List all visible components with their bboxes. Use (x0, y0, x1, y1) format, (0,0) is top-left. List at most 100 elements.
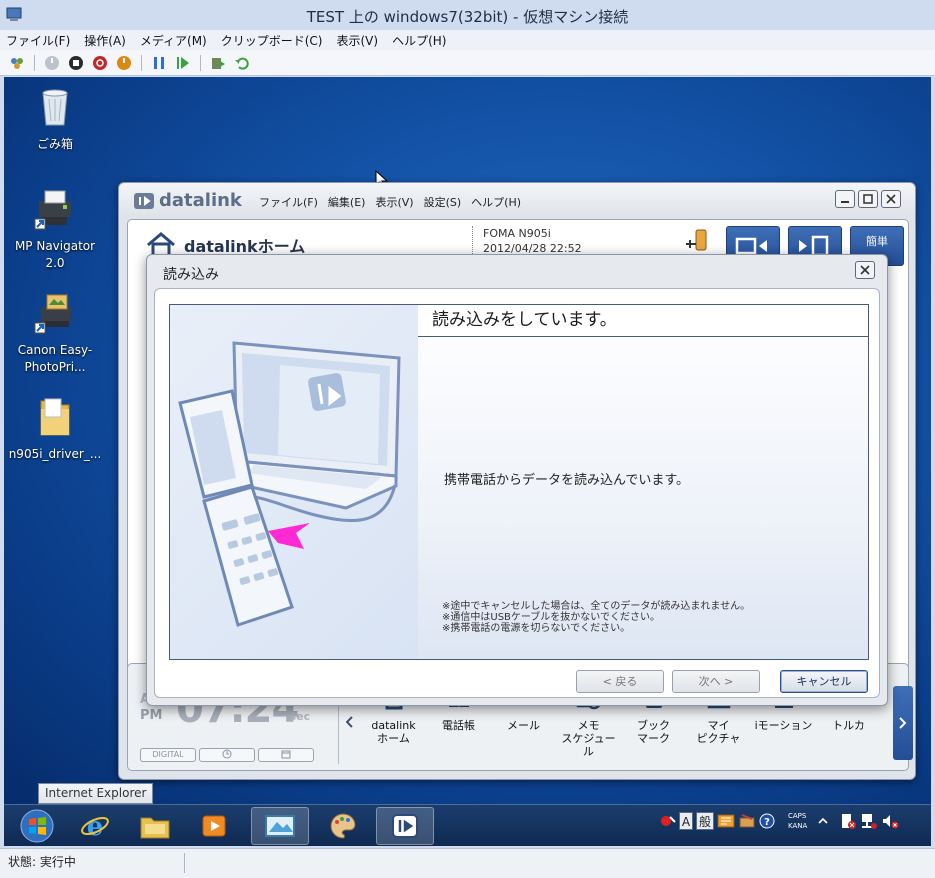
svg-text:?: ? (764, 817, 770, 828)
back-button[interactable]: < 戻る (576, 670, 664, 693)
dialog-content: 読み込みをしています。 携帯電話からデータを読み込んでいます。 ※途中でキャンセ… (154, 288, 880, 698)
minimize-button[interactable] (835, 190, 855, 208)
next-button[interactable]: 次へ > (672, 670, 760, 693)
ime-mode-indicator[interactable]: A (679, 812, 693, 830)
start-button[interactable] (8, 807, 66, 845)
resume-icon[interactable] (174, 54, 192, 72)
volume-muted-icon[interactable] (881, 812, 899, 830)
taskbar-internet-explorer[interactable]: e (66, 807, 124, 845)
svg-text:e: e (87, 812, 104, 841)
note-line: ※通信中はUSBケーブルを抜かないでください。 (442, 612, 661, 623)
palette-icon (330, 813, 356, 839)
chevron-right-icon (899, 717, 907, 729)
desktop-icon-n905i-driver[interactable]: n905i_driver_... (5, 395, 105, 463)
datalink-menu-file[interactable]: ファイル(F) (259, 194, 318, 210)
phone-to-laptop-illustration-icon (178, 341, 401, 627)
desktop-icon-recycle-bin[interactable]: ごみ箱 (5, 85, 105, 153)
desktop-icon-label: Canon Easy-PhotoPri... (17, 343, 93, 374)
datalink-menu-settings[interactable]: 設定(S) (424, 194, 462, 210)
folder-icon (40, 398, 70, 436)
internet-explorer-icon: e (81, 812, 109, 841)
taskbar-easy-photoprint[interactable] (314, 807, 372, 845)
nav-scroll-right[interactable] (893, 686, 913, 760)
desktop-icon-mp-navigator[interactable]: MP Navigator 2.0 (5, 187, 105, 272)
taskbar-explorer[interactable] (126, 807, 184, 845)
maximize-button[interactable] (858, 190, 878, 208)
clock-analog-button[interactable] (199, 748, 255, 762)
taskbar-media-player[interactable] (186, 807, 244, 845)
read-in-dialog: 読み込み 読み込みをしています。 携帯電話からデータを読み込んでいます。 ※途中… (146, 254, 888, 706)
ime-pad-icon[interactable] (660, 813, 676, 829)
host-menu-media[interactable]: メディア(M) (140, 32, 207, 49)
taskbar-datalink[interactable] (376, 807, 434, 845)
show-hidden-icons-icon[interactable] (818, 816, 828, 826)
ime-dictionary-icon[interactable] (717, 812, 735, 830)
vm-status-text: 状態: 実行中 (8, 855, 76, 869)
desktop-icon-canon-easy-photoprint[interactable]: Canon Easy-PhotoPri... (5, 291, 105, 376)
ime-tools-icon[interactable] (738, 812, 756, 830)
clock-icon (222, 749, 232, 759)
status-separator (184, 853, 185, 873)
revert-icon[interactable] (233, 54, 251, 72)
datalink-menu-edit[interactable]: 編集(E) (328, 194, 366, 210)
minimize-icon (841, 201, 849, 203)
host-window-title: TEST 上の windows7(32bit) - 仮想マシン接続 (306, 8, 629, 26)
host-toolbar (0, 50, 935, 76)
desktop-icon-label: n905i_driver_... (8, 447, 102, 461)
toolbar-separator (200, 54, 201, 71)
windows-start-icon (20, 809, 54, 843)
taskbar: e A 般 ? CAPS KANA (4, 804, 931, 846)
datalink-menu-help[interactable]: ヘルプ(H) (471, 194, 521, 210)
host-menu-view[interactable]: 表示(V) (337, 32, 379, 49)
taskbar-mp-navigator[interactable] (251, 807, 309, 845)
help-icon[interactable]: ? (759, 813, 775, 829)
scanner-app-icon (265, 815, 295, 837)
host-status-bar: 状態: 実行中 (0, 848, 935, 878)
host-title-bar: TEST 上の windows7(32bit) - 仮想マシン接続 (0, 0, 935, 30)
network-icon[interactable] (860, 812, 878, 830)
turn-off-icon[interactable] (91, 54, 109, 72)
clock-digital-button[interactable]: DIGITAL (140, 748, 196, 762)
clock-pm: PM (140, 708, 163, 723)
ime-conversion-indicator[interactable]: 般 (696, 812, 714, 830)
stop-vm-icon[interactable] (67, 54, 85, 72)
printer-scanner-icon (34, 190, 71, 230)
simple-mode-label: 簡単 (866, 235, 888, 248)
host-menu-action[interactable]: 操作(A) (84, 32, 126, 49)
datalink-logo-icon (134, 192, 154, 209)
maximize-icon (863, 194, 873, 204)
nav-item-label: iモーション (754, 719, 813, 732)
pause-icon[interactable] (150, 54, 168, 72)
dialog-title: 読み込み (163, 267, 219, 283)
desktop-icon-label: ごみ箱 (36, 137, 73, 151)
datalink-logo-text: datalink (159, 190, 242, 211)
host-menu-file[interactable]: ファイル(F) (6, 32, 70, 49)
calendar-icon (281, 750, 291, 759)
desktop-icon-label: MP Navigator 2.0 (14, 239, 96, 270)
shutdown-icon[interactable] (115, 54, 133, 72)
progress-panel: 読み込みをしています。 携帯電話からデータを読み込んでいます。 ※途中でキャンセ… (169, 304, 869, 660)
host-menu-clipboard[interactable]: クリップボード(C) (221, 32, 323, 49)
host-menu-help[interactable]: ヘルプ(H) (392, 32, 446, 49)
toolbar-separator (34, 54, 35, 71)
clock-mode-buttons: DIGITAL (140, 748, 314, 762)
cancel-button[interactable]: キャンセル (780, 670, 868, 693)
host-menu-bar: ファイル(F) 操作(A) メディア(M) クリップボード(C) 表示(V) ヘ… (0, 30, 935, 50)
photo-printer-icon (34, 294, 71, 334)
clock-calendar-button[interactable] (258, 748, 314, 762)
datalink-title-bar: datalink ファイル(F) 編集(E) 表示(V) 設定(S) ヘルプ(H… (119, 183, 915, 217)
nav-item-label: トルカ (832, 719, 865, 732)
close-icon (886, 194, 896, 204)
nav-item-label: マイ ピクチャ (696, 719, 741, 745)
caps-indicator: CAPS (788, 812, 807, 820)
dialog-close-button[interactable] (855, 261, 875, 279)
action-center-icon[interactable] (839, 812, 857, 830)
start-vm-icon[interactable] (43, 54, 61, 72)
snapshot-icon[interactable] (209, 54, 227, 72)
ctrl-alt-del-icon[interactable] (8, 54, 26, 72)
datalink-menu-view[interactable]: 表示(V) (375, 194, 413, 210)
kana-indicator: KANA (788, 822, 808, 830)
datalink-logo: datalink (133, 190, 242, 211)
nav-item-label: ブック マーク (637, 719, 670, 745)
close-button[interactable] (881, 190, 901, 208)
